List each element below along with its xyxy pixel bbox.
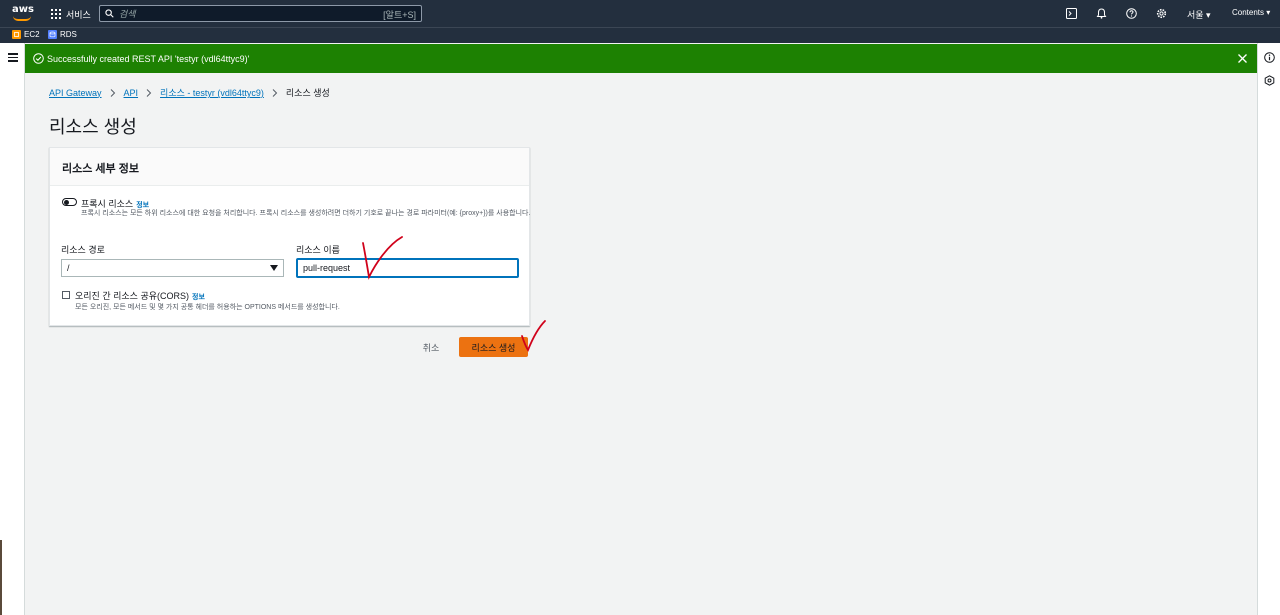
favorite-rds[interactable]: RDS <box>48 30 77 39</box>
chevron-right-icon <box>110 88 115 97</box>
gear-icon[interactable] <box>1156 8 1167 19</box>
ec2-icon <box>12 30 21 39</box>
aws-logo[interactable]: aws <box>12 4 34 24</box>
cors-info-link[interactable]: 정보 <box>192 294 205 301</box>
resource-details-panel: 리소스 세부 정보 프록시 리소스 정보 프록시 리소스는 모든 하위 리소스에 … <box>49 147 530 326</box>
search-shortcut-hint: [알트+S] <box>383 10 416 20</box>
panel-header: 리소스 세부 정보 <box>50 148 529 186</box>
panel-title: 리소스 세부 정보 <box>62 163 139 175</box>
breadcrumb-api-gateway[interactable]: API Gateway <box>49 88 102 98</box>
cors-checkbox[interactable] <box>62 291 70 299</box>
services-grid-icon[interactable] <box>51 9 61 19</box>
chevron-right-icon <box>272 88 278 97</box>
rds-icon <box>48 30 57 39</box>
cloudshell-icon[interactable] <box>1066 8 1077 19</box>
cors-description: 모든 오리진, 모든 메서드 및 몇 가지 공통 헤더를 허용하는 OPTION… <box>75 304 340 311</box>
page-title: 리소스 생성 <box>49 117 137 137</box>
resource-path-label: 리소스 경로 <box>61 245 105 255</box>
account-menu[interactable]: Contents ▾ <box>1232 8 1270 17</box>
left-rail <box>0 43 25 615</box>
edge-strip <box>0 540 2 615</box>
resource-path-value: / <box>67 263 70 273</box>
breadcrumb-current: 리소스 생성 <box>285 88 330 98</box>
favorite-label: RDS <box>60 30 77 39</box>
cors-label-text: 오리진 간 리소스 공유(CORS) <box>75 291 190 301</box>
bell-icon[interactable] <box>1096 8 1107 19</box>
success-flash: Successfully created REST API 'testyr (v… <box>25 44 1257 73</box>
proxy-resource-toggle[interactable] <box>62 198 77 206</box>
breadcrumb: API Gateway API 리소스 - testyr (vdl64ttyc9… <box>49 86 330 99</box>
region-selector[interactable]: 서울 ▾ <box>1187 8 1211 21</box>
favorite-label: EC2 <box>24 30 40 39</box>
create-resource-button[interactable]: 리소스 생성 <box>459 337 528 357</box>
chevron-right-icon <box>146 88 152 97</box>
resource-path-select[interactable]: / <box>61 259 284 277</box>
info-icon[interactable] <box>1264 52 1275 63</box>
proxy-info-link[interactable]: 정보 <box>136 202 149 209</box>
breadcrumb-resources[interactable]: 리소스 - testyr (vdl64ttyc9) <box>160 86 264 99</box>
proxy-label-text: 프록시 리소스 <box>81 199 134 209</box>
aws-logo-text: aws <box>12 4 34 15</box>
global-search[interactable]: [알트+S] <box>99 5 422 22</box>
proxy-resource-description: 프록시 리소스는 모든 하위 리소스에 대한 요청을 처리합니다. 프록시 리소… <box>81 210 531 217</box>
cancel-button[interactable]: 취소 <box>415 338 447 356</box>
success-check-icon <box>33 53 44 64</box>
feedback-icon[interactable] <box>1264 75 1275 86</box>
resource-name-label: 리소스 이름 <box>296 245 340 255</box>
flash-message: Successfully created REST API 'testyr (v… <box>47 54 250 64</box>
favorite-ec2[interactable]: EC2 <box>12 30 40 39</box>
menu-icon[interactable] <box>8 53 18 62</box>
search-input[interactable] <box>119 7 359 20</box>
favorites-bar: EC2 RDS <box>0 27 1280 43</box>
top-navigation: aws 서비스 [알트+S] 서울 ▾ Contents ▾ <box>0 0 1280 27</box>
services-menu-label[interactable]: 서비스 <box>66 8 91 21</box>
breadcrumb-api[interactable]: API <box>124 88 139 98</box>
cors-label: 오리진 간 리소스 공유(CORS) 정보 <box>75 289 205 302</box>
search-icon <box>105 9 114 18</box>
caret-down-icon <box>270 265 278 271</box>
right-rail <box>1257 43 1280 615</box>
close-icon[interactable] <box>1237 53 1248 64</box>
help-icon[interactable] <box>1126 8 1137 19</box>
aws-smile-icon <box>13 16 31 21</box>
resource-name-input[interactable] <box>296 258 519 278</box>
